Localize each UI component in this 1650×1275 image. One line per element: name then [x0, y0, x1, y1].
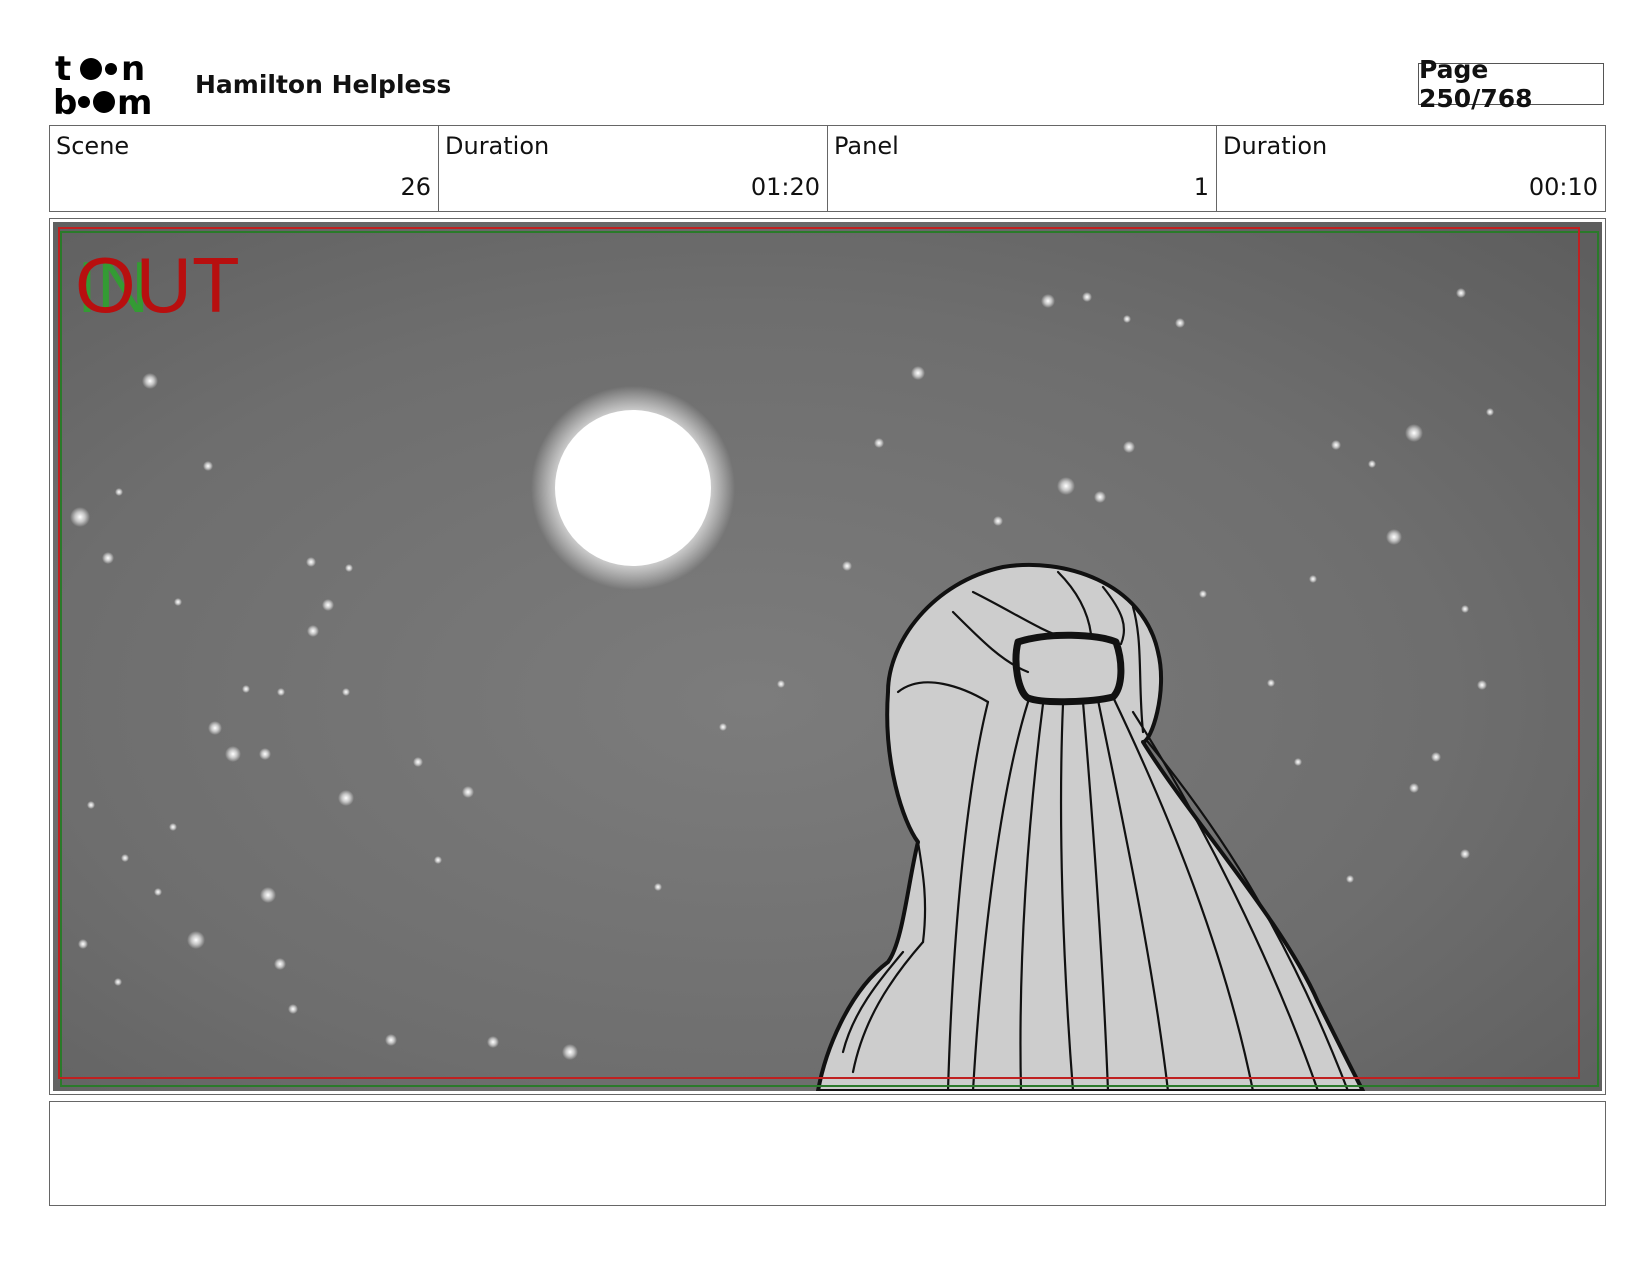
scene-duration-cell: Duration 01:20 [439, 126, 828, 211]
scene-value: 26 [400, 173, 431, 201]
page-indicator: Page 250/768 [1418, 55, 1604, 113]
scene-duration-label: Duration [445, 132, 550, 160]
night-sky [53, 222, 1602, 1091]
project-title: Hamilton Helpless [195, 70, 452, 99]
panel-notes-box [49, 1101, 1606, 1206]
svg-text:m: m [117, 83, 152, 118]
panel-duration-label: Duration [1223, 132, 1328, 160]
transition-out-label: OUT [75, 241, 240, 329]
toon-boom-logo: t n b m [53, 52, 152, 118]
panel-duration-cell: Duration 00:10 [1217, 126, 1605, 211]
scene-duration-value: 01:20 [750, 173, 820, 201]
panel-label: Panel [834, 132, 899, 160]
scene-info-table: Scene 26 Duration 01:20 Panel 1 Duration… [49, 125, 1606, 212]
svg-text:b: b [53, 83, 77, 118]
panel-value: 1 [1193, 173, 1209, 201]
scene-cell: Scene 26 [50, 126, 439, 211]
panel-image: IN OUT [53, 222, 1602, 1091]
panel-duration-value: 00:10 [1528, 173, 1598, 201]
panel-cell: Panel 1 [828, 126, 1217, 211]
scene-label: Scene [56, 132, 130, 160]
